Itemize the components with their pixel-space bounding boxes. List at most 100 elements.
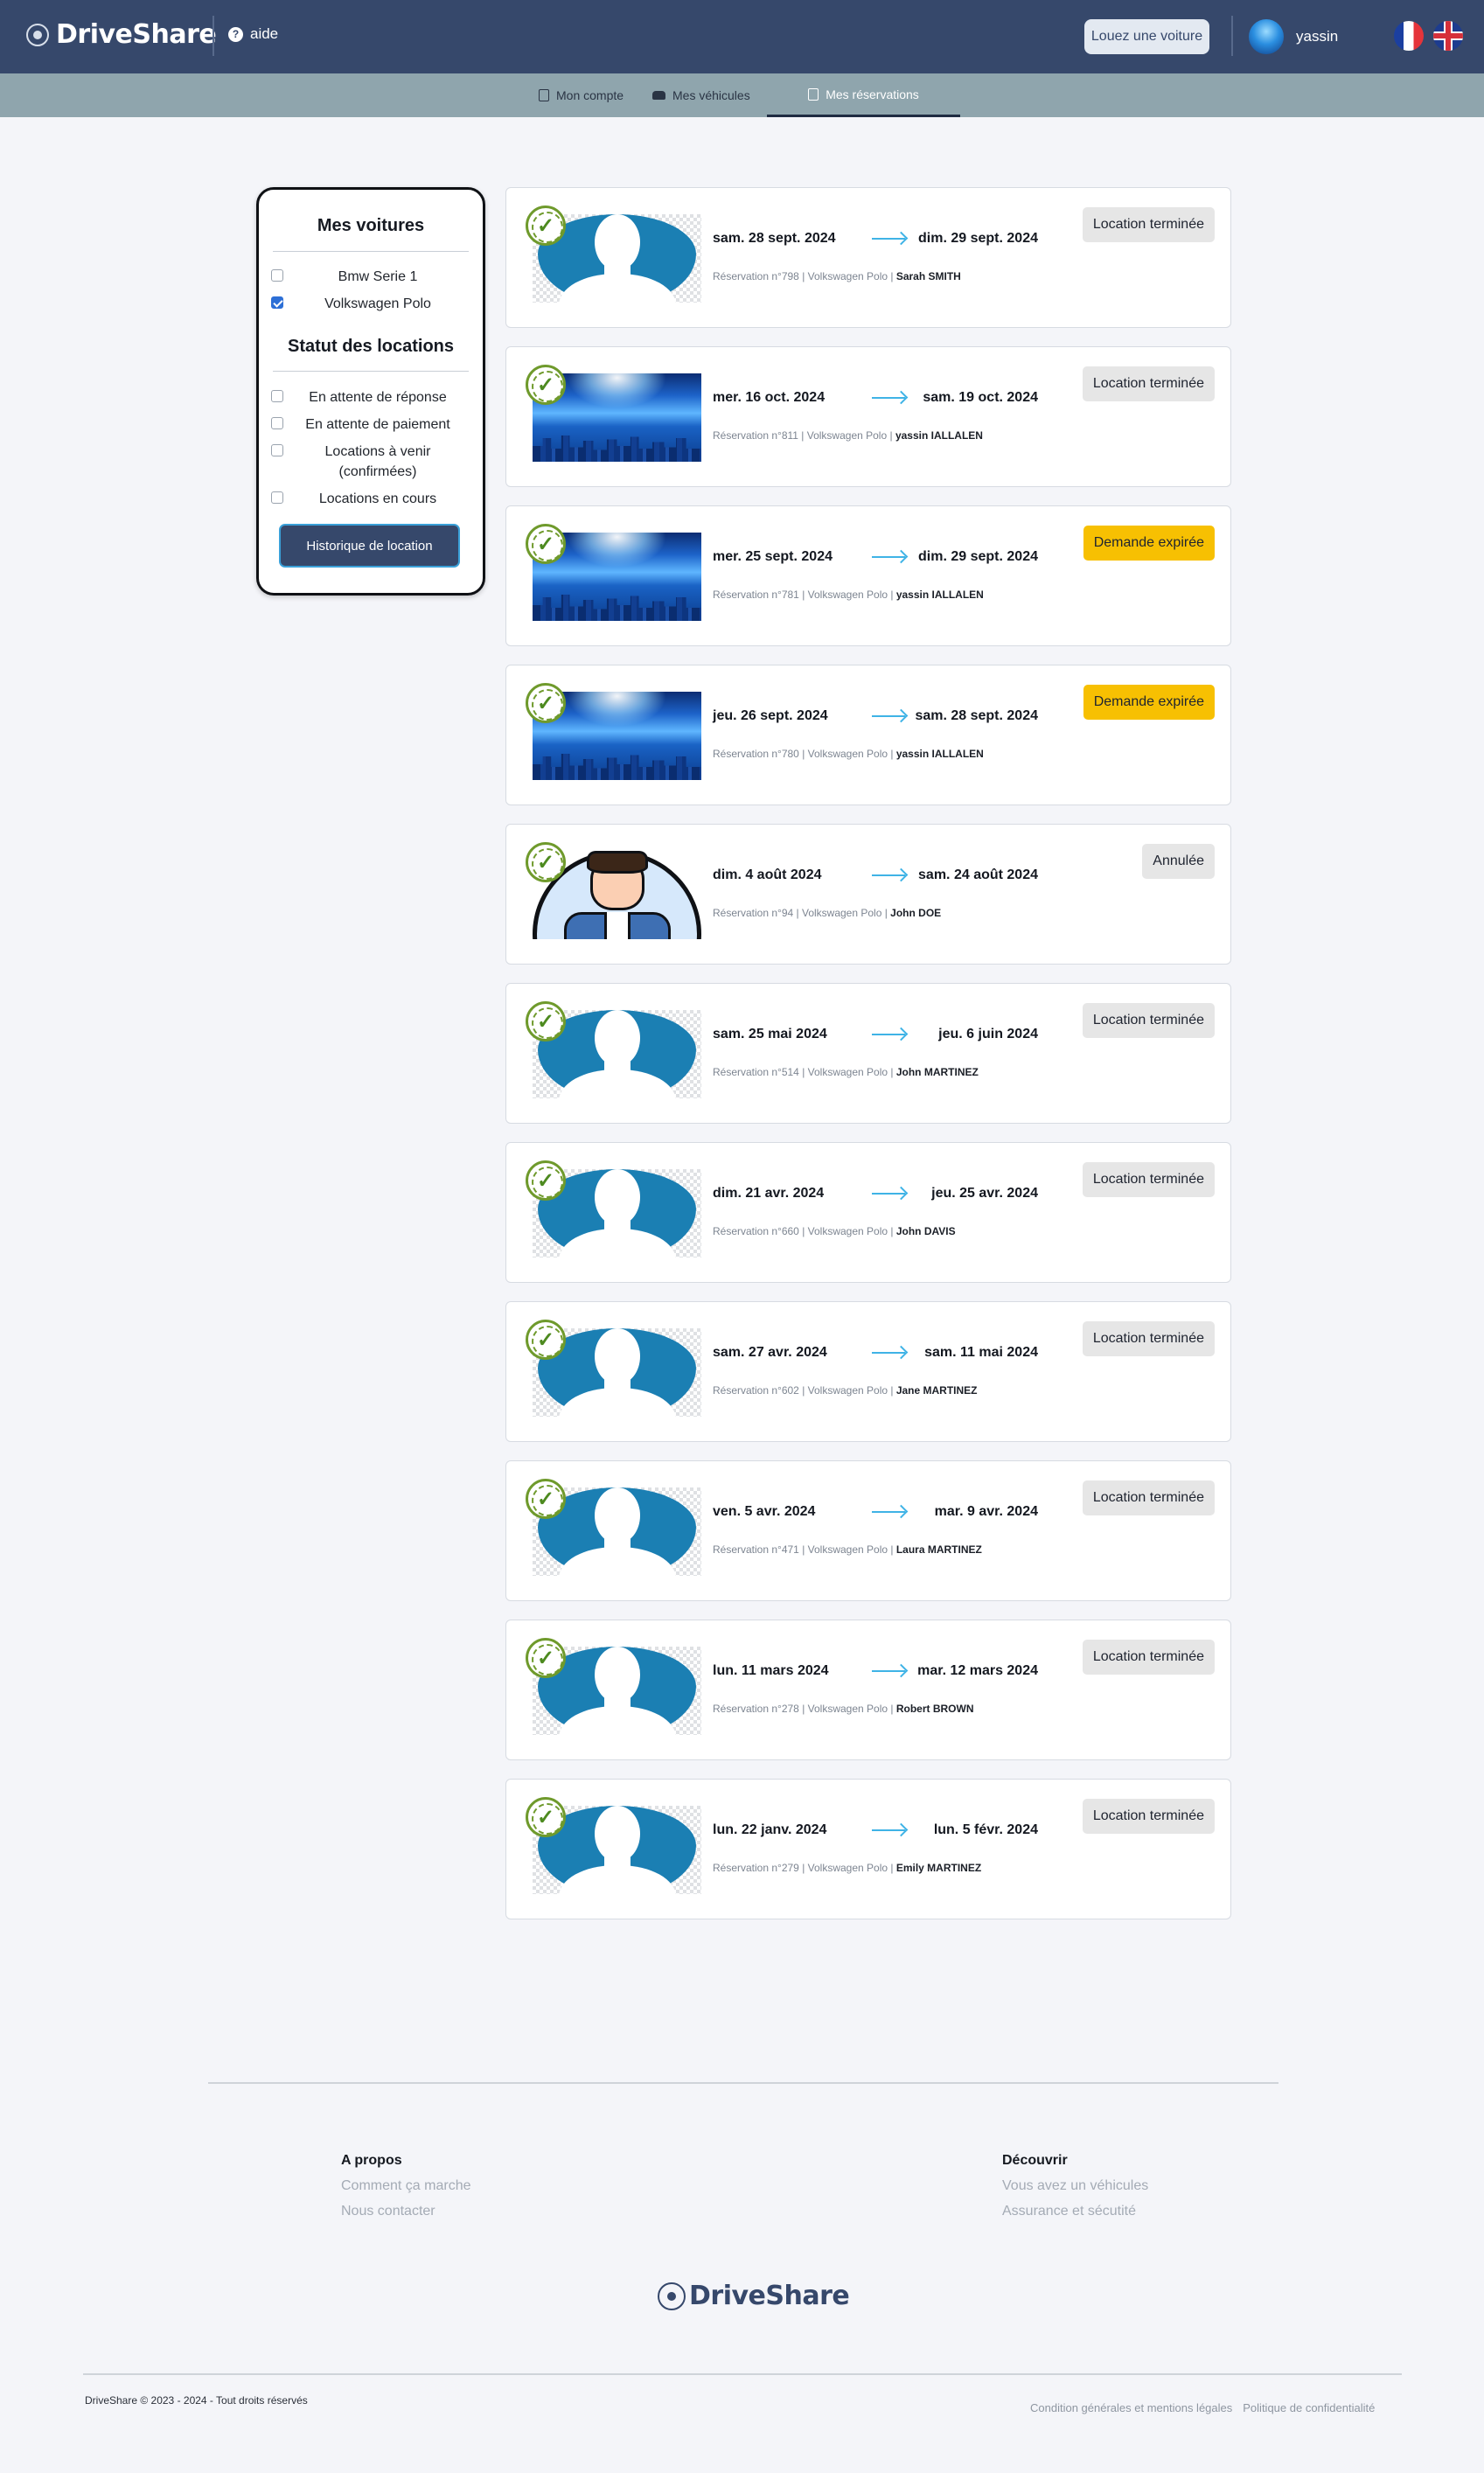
reservation-details: Réservation n°278 | Volkswagen Polo | Ro… — [713, 1703, 974, 1715]
footer-about: A propos Comment ça marche Nous contacte… — [341, 2153, 471, 2228]
car-filter-option[interactable]: Bmw Serie 1 — [271, 267, 472, 287]
tab-mon-compte[interactable]: Mon compte — [539, 73, 624, 117]
footer-link-contact[interactable]: Nous contacter — [341, 2203, 471, 2219]
reservation-ref: Réservation n°780 | Volkswagen Polo | — [713, 748, 896, 760]
reservation-ref: Réservation n°471 | Volkswagen Polo | — [713, 1543, 896, 1556]
status-filter-option[interactable]: En attente de réponse — [271, 387, 472, 408]
footer-divider — [208, 2082, 1278, 2084]
reservation-card[interactable]: ✓ sam. 27 avr. 2024 sam. 11 mai 2024 Réserv… — [505, 1301, 1231, 1442]
start-date: ven. 5 avr. 2024 — [713, 1504, 816, 1519]
end-date: jeu. 25 avr. 2024 — [931, 1186, 1038, 1201]
checkbox[interactable] — [271, 417, 283, 429]
help-label: aide — [250, 25, 279, 42]
checkbox[interactable] — [271, 269, 283, 282]
question-icon: ? — [228, 26, 243, 42]
reservation-details: Réservation n°660 | Volkswagen Polo | Jo… — [713, 1225, 956, 1237]
reservation-card[interactable]: ✓ dim. 21 avr. 2024 jeu. 25 avr. 2024 Réser… — [505, 1142, 1231, 1283]
header-divider — [1231, 16, 1233, 56]
end-date: dim. 29 sept. 2024 — [918, 549, 1038, 564]
divider — [273, 371, 469, 372]
reservation-card[interactable]: ✓ lun. 22 janv. 2024 lun. 5 févr. 2024 Rése… — [505, 1779, 1231, 1919]
reservation-card[interactable]: ✓ sam. 28 sept. 2024 dim. 29 sept. 2024 Rés… — [505, 187, 1231, 328]
footer-logo[interactable]: DriveShare — [658, 2281, 850, 2311]
status-filter-option[interactable]: Locations en cours — [271, 489, 472, 509]
brand-logo[interactable]: DriveShare — [26, 19, 217, 50]
verified-badge-icon: ✓ — [526, 1320, 566, 1360]
car-icon — [652, 91, 665, 100]
status-filter-option[interactable]: En attente de paiement — [271, 414, 472, 435]
reservation-ref: Réservation n°660 | Volkswagen Polo | — [713, 1225, 896, 1237]
renter-name: Sarah SMITH — [895, 270, 961, 282]
reservation-details: Réservation n°781 | Volkswagen Polo | ya… — [713, 589, 984, 601]
start-date: lun. 11 mars 2024 — [713, 1663, 829, 1678]
footer-discover-title: Découvrir — [1002, 2153, 1068, 2168]
privacy-link[interactable]: Politique de confidentialité — [1243, 2401, 1375, 2414]
renter-name: John DOE — [890, 907, 942, 919]
reservation-card[interactable]: ✓ ven. 5 avr. 2024 mar. 9 avr. 2024 Réserva… — [505, 1460, 1231, 1601]
footer-about-title: A propos — [341, 2153, 402, 2168]
calendar-icon — [808, 87, 819, 101]
end-date: sam. 11 mai 2024 — [924, 1345, 1038, 1360]
rent-car-button[interactable]: Louez une voiture — [1084, 19, 1209, 54]
tab-mes-vehicules[interactable]: Mes véhicules — [652, 73, 750, 117]
start-date: lun. 22 janv. 2024 — [713, 1822, 827, 1837]
reservation-details: Réservation n°798 | Volkswagen Polo | Sa… — [713, 270, 961, 282]
reservation-details: Réservation n°780 | Volkswagen Polo | ya… — [713, 748, 984, 760]
reservation-details: Réservation n°514 | Volkswagen Polo | Jo… — [713, 1066, 979, 1078]
reservation-card[interactable]: ✓ lun. 11 mars 2024 mar. 12 mars 2024 Réser… — [505, 1620, 1231, 1760]
footer-link-vehicles[interactable]: Vous avez un véhicules — [1002, 2177, 1148, 2194]
reservation-card[interactable]: ✓ dim. 4 août 2024 sam. 24 août 2024 Réserv… — [505, 824, 1231, 965]
footer-link-how-it-works[interactable]: Comment ça marche — [341, 2177, 471, 2194]
verified-badge-icon: ✓ — [526, 365, 566, 405]
divider — [273, 251, 469, 252]
arrow-right-icon — [872, 1352, 905, 1354]
car-filter-label: Volkswagen Polo — [324, 296, 431, 311]
reservation-card[interactable]: ✓ mer. 25 sept. 2024 dim. 29 sept. 2024 Rés… — [505, 505, 1231, 646]
arrow-right-icon — [872, 1034, 905, 1035]
arrow-right-icon — [872, 1829, 905, 1831]
footer-link-insurance[interactable]: Assurance et sécutité — [1002, 2203, 1148, 2219]
uk-flag-icon[interactable] — [1433, 21, 1463, 51]
end-date: sam. 28 sept. 2024 — [915, 708, 1038, 723]
start-date: dim. 4 août 2024 — [713, 867, 822, 882]
filter-panel: Mes voitures Bmw Serie 1 Volkswagen Polo… — [256, 187, 485, 596]
start-date: dim. 21 avr. 2024 — [713, 1186, 825, 1201]
arrow-right-icon — [872, 238, 905, 240]
checkbox[interactable] — [271, 390, 283, 402]
end-date: sam. 24 août 2024 — [918, 867, 1038, 882]
checkbox[interactable] — [271, 444, 283, 456]
checkbox[interactable] — [271, 296, 283, 309]
car-filter-label: Bmw Serie 1 — [338, 269, 418, 284]
french-flag-icon[interactable] — [1394, 21, 1424, 51]
tab-label: Mes réservations — [826, 87, 919, 101]
reservation-card[interactable]: ✓ mer. 16 oct. 2024 sam. 19 oct. 2024 Réser… — [505, 346, 1231, 487]
reservation-card[interactable]: ✓ jeu. 26 sept. 2024 sam. 28 sept. 2024 Rés… — [505, 665, 1231, 805]
reservation-card[interactable]: ✓ sam. 25 mai 2024 jeu. 6 juin 2024 Réserva… — [505, 983, 1231, 1124]
status-filter-label: Locations en cours — [318, 491, 437, 506]
renter-name: Laura MARTINEZ — [895, 1543, 982, 1556]
terms-link[interactable]: Condition générales et mentions légales — [1030, 2401, 1232, 2414]
footer-brand: DriveShare — [689, 2281, 850, 2311]
status-badge: Demande expirée — [1083, 685, 1215, 720]
verified-badge-icon: ✓ — [526, 1797, 566, 1837]
legal-links: Condition générales et mentions légales … — [1030, 2401, 1375, 2414]
account-subnav: Mon compte Mes véhicules Mes réservation… — [0, 73, 1484, 117]
renter-name: Emily MARTINEZ — [895, 1862, 982, 1874]
reservation-details: Réservation n°811 | Volkswagen Polo | ya… — [713, 429, 983, 442]
start-date: sam. 27 avr. 2024 — [713, 1345, 827, 1360]
user-menu[interactable]: yassin — [1249, 19, 1338, 54]
car-filter-option[interactable]: Volkswagen Polo — [271, 294, 472, 314]
reservation-ref: Réservation n°514 | Volkswagen Polo | — [713, 1066, 896, 1078]
tab-mes-reservations[interactable]: Mes réservations — [767, 73, 960, 117]
reservation-ref: Réservation n°278 | Volkswagen Polo | — [713, 1703, 896, 1715]
rental-history-button[interactable]: Historique de location — [279, 524, 460, 568]
checkbox[interactable] — [271, 491, 283, 504]
help-link[interactable]: ? aide — [228, 25, 278, 43]
renter-name: John MARTINEZ — [895, 1066, 979, 1078]
start-date: mer. 16 oct. 2024 — [713, 390, 826, 405]
status-filter-label: Locations à venir (confirmées) — [324, 444, 431, 479]
verified-badge-icon: ✓ — [526, 1638, 566, 1678]
reservation-details: Réservation n°602 | Volkswagen Polo | Ja… — [713, 1384, 978, 1397]
footer-discover: Découvrir Vous avez un véhicules Assuran… — [1002, 2153, 1148, 2228]
status-filter-option[interactable]: Locations à venir (confirmées) — [271, 442, 472, 482]
